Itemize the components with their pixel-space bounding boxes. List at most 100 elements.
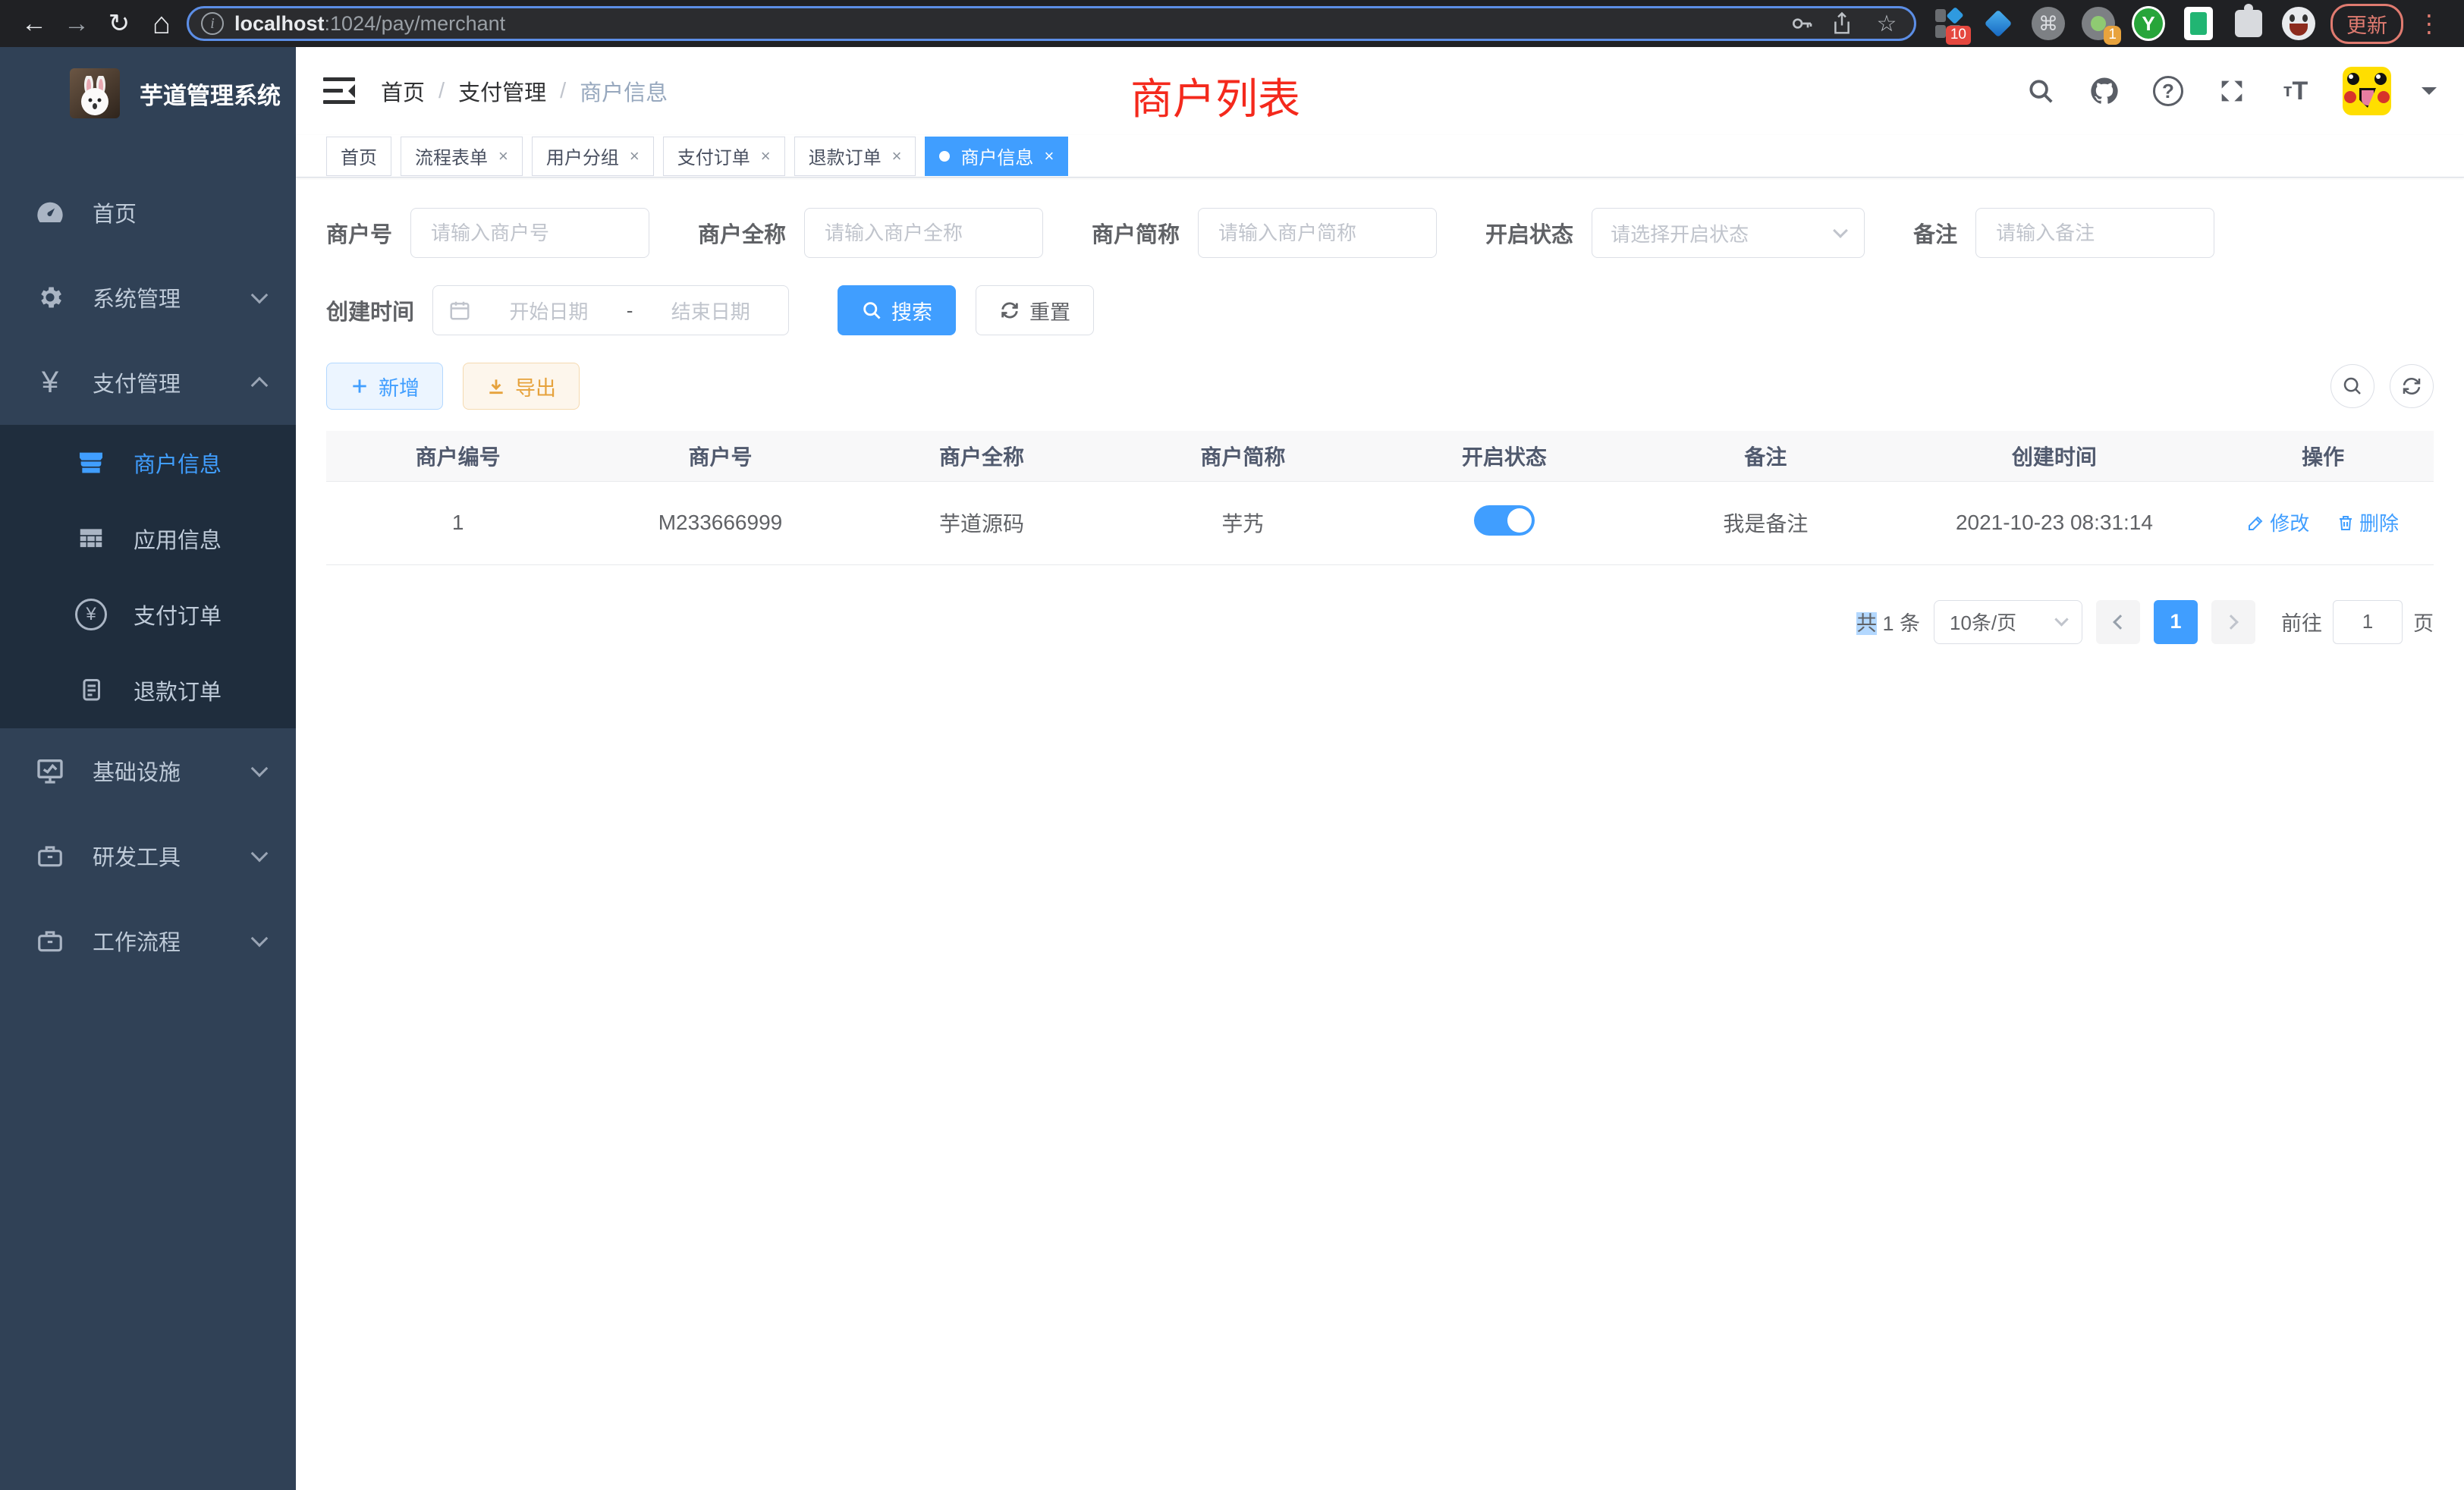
field-label: 开启状态 — [1485, 217, 1573, 249]
merchant-no-input[interactable] — [410, 208, 649, 258]
extension-grid-icon[interactable]: 10 — [1931, 7, 1965, 40]
sidebar-item-devtools[interactable]: 研发工具 — [0, 813, 296, 898]
page-annotation: 商户列表 — [1130, 65, 1300, 127]
avatar-caret-icon[interactable] — [2422, 87, 2437, 102]
sidebar-item-system[interactable]: 系统管理 — [0, 255, 296, 340]
tab-process-form[interactable]: 流程表单× — [401, 137, 523, 176]
goto-page: 前往 页 — [2281, 600, 2434, 644]
search-button[interactable]: 搜索 — [838, 285, 956, 335]
select-placeholder: 请选择开启状态 — [1611, 219, 1749, 247]
tab-pay-order[interactable]: 支付订单× — [663, 137, 785, 176]
extension-kite-icon[interactable] — [1982, 7, 2015, 40]
tab-user-group[interactable]: 用户分组× — [532, 137, 654, 176]
password-key-icon[interactable] — [1790, 11, 1820, 36]
next-page-button[interactable] — [2211, 600, 2255, 644]
sidebar-item-refund-order[interactable]: 退款订单 — [0, 652, 296, 728]
end-date-placeholder: 结束日期 — [648, 297, 773, 325]
sidebar-submenu-pay: 商户信息 应用信息 ¥ 支付订单 退款订单 — [0, 425, 296, 728]
sidebar-item-infra[interactable]: 基础设施 — [0, 728, 296, 813]
delete-link[interactable]: 删除 — [2337, 508, 2399, 536]
edit-link[interactable]: 修改 — [2247, 508, 2309, 536]
sidebar-item-pay[interactable]: ¥ 支付管理 — [0, 340, 296, 425]
fullscreen-icon[interactable] — [2215, 74, 2249, 108]
page-size-select[interactable]: 10条/页 — [1934, 600, 2082, 644]
breadcrumb-home[interactable]: 首页 — [381, 75, 425, 107]
user-avatar[interactable] — [2343, 67, 2391, 115]
sidebar-collapse-icon[interactable] — [323, 77, 355, 105]
document-icon — [74, 676, 108, 705]
field-label: 商户全称 — [698, 217, 786, 249]
profile-avatar[interactable] — [2282, 7, 2315, 40]
remark-input[interactable] — [1975, 208, 2214, 258]
reload-icon[interactable]: ↻ — [102, 6, 137, 41]
pagination: 共 1 条 10条/页 1 前往 页 — [326, 600, 2434, 644]
cell-remark: 我是备注 — [1635, 481, 1896, 564]
chrome-update-button[interactable]: 更新 — [2330, 4, 2403, 44]
refresh-table-button[interactable] — [2390, 364, 2434, 408]
field-label: 备注 — [1913, 217, 1957, 249]
tab-refund-order[interactable]: 退款订单× — [794, 137, 916, 176]
toggle-search-button[interactable] — [2330, 364, 2374, 408]
gauge-icon — [33, 197, 67, 228]
extension-command-icon[interactable]: ⌘ — [2032, 7, 2065, 40]
extension-y-icon[interactable]: Y — [2132, 7, 2165, 40]
address-bar[interactable]: i localhost:1024/pay/merchant ☆ — [187, 6, 1916, 41]
filter-merchant-no: 商户号 — [326, 208, 649, 258]
close-icon[interactable]: × — [892, 146, 902, 166]
col-status: 开启状态 — [1374, 431, 1635, 481]
full-name-input[interactable] — [804, 208, 1043, 258]
sidebar-item-workflow[interactable]: 工作流程 — [0, 898, 296, 983]
page-1-button[interactable]: 1 — [2154, 600, 2198, 644]
close-icon[interactable]: × — [1044, 146, 1054, 166]
chrome-menu-icon[interactable]: ⋮ — [2411, 9, 2447, 38]
filter-full-name: 商户全称 — [698, 208, 1043, 258]
chevron-down-icon — [2054, 612, 2068, 626]
sidebar-item-label: 工作流程 — [93, 925, 253, 957]
col-short-name: 商户简称 — [1112, 431, 1373, 481]
create-time-range-picker[interactable]: 开始日期 - 结束日期 — [432, 285, 789, 335]
chevron-down-icon — [251, 287, 269, 304]
prev-page-button[interactable] — [2096, 600, 2140, 644]
bookmark-star-icon[interactable]: ☆ — [1872, 11, 1902, 37]
reset-button[interactable]: 重置 — [976, 285, 1094, 335]
status-select[interactable]: 请选择开启状态 — [1592, 208, 1865, 258]
cell-short-name: 芋艿 — [1112, 481, 1373, 564]
col-actions: 操作 — [2212, 431, 2434, 481]
search-icon[interactable] — [2024, 74, 2057, 108]
site-info-icon[interactable]: i — [201, 12, 224, 35]
status-toggle[interactable] — [1474, 505, 1535, 536]
chevron-left-icon — [2113, 615, 2128, 630]
sidebar-item-app-info[interactable]: 应用信息 — [0, 501, 296, 577]
goto-page-input[interactable] — [2333, 600, 2403, 644]
export-button[interactable]: 导出 — [463, 363, 580, 410]
extension-doc-icon[interactable] — [2182, 7, 2215, 40]
breadcrumb-pay[interactable]: 支付管理 — [458, 75, 546, 107]
short-name-input[interactable] — [1198, 208, 1437, 258]
merchant-table: 商户编号 商户号 商户全称 商户简称 开启状态 备注 创建时间 操作 1 M23… — [326, 431, 2434, 565]
breadcrumb: 首页 / 支付管理 / 商户信息 — [381, 75, 668, 107]
field-label: 创建时间 — [326, 294, 414, 326]
forward-icon[interactable]: → — [59, 6, 94, 41]
close-icon[interactable]: × — [498, 146, 508, 166]
sidebar-item-merchant-info[interactable]: 商户信息 — [0, 425, 296, 501]
tab-home[interactable]: 首页 — [326, 137, 391, 176]
tab-merchant-info[interactable]: 商户信息× — [925, 137, 1068, 176]
extensions-puzzle-icon[interactable] — [2232, 7, 2265, 40]
table-header-row: 商户编号 商户号 商户全称 商户简称 开启状态 备注 创建时间 操作 — [326, 431, 2434, 481]
github-icon[interactable] — [2088, 74, 2121, 108]
col-full-name: 商户全称 — [851, 431, 1112, 481]
back-icon[interactable]: ← — [17, 6, 52, 41]
share-icon[interactable] — [1831, 11, 1861, 36]
help-icon[interactable]: ? — [2151, 74, 2185, 108]
col-remark: 备注 — [1635, 431, 1896, 481]
sidebar-item-pay-order[interactable]: ¥ 支付订单 — [0, 577, 296, 652]
url-text[interactable]: localhost:1024/pay/merchant — [234, 12, 1779, 36]
table-tools — [2330, 364, 2434, 408]
close-icon[interactable]: × — [761, 146, 771, 166]
add-button[interactable]: 新增 — [326, 363, 443, 410]
sidebar-item-home[interactable]: 首页 — [0, 170, 296, 255]
home-icon[interactable]: ⌂ — [144, 6, 179, 41]
font-size-icon[interactable]: тT — [2279, 74, 2312, 108]
extension-loom-icon[interactable]: 1 — [2082, 7, 2115, 40]
close-icon[interactable]: × — [630, 146, 640, 166]
